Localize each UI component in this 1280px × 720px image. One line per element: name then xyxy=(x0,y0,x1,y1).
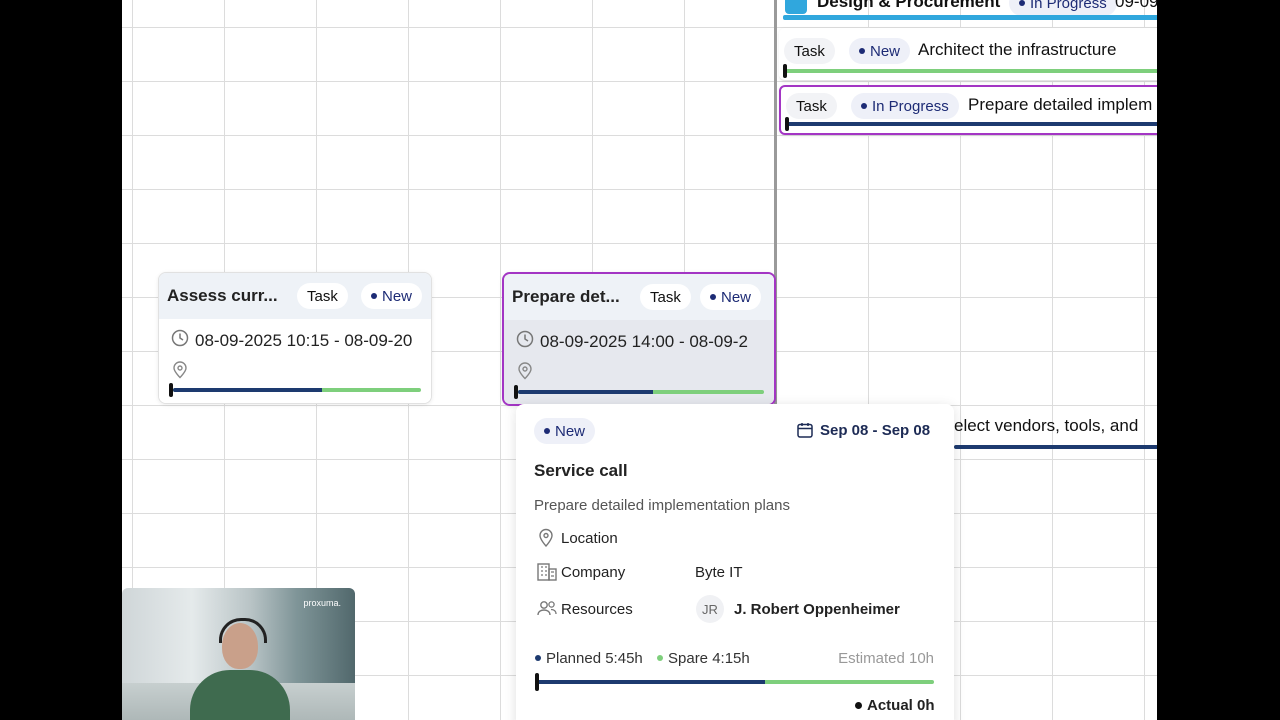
actual-dot xyxy=(855,702,862,709)
timeline-row[interactable]: Task New Architect the infrastructure xyxy=(779,28,1157,81)
timeline-row-selected[interactable]: Task In Progress Prepare detailed implem xyxy=(779,85,1157,135)
progress-bar xyxy=(173,388,421,392)
phase-title: Design & Procurement xyxy=(817,0,1001,11)
row-title: Prepare detailed implem xyxy=(968,95,1153,114)
status-badge: New xyxy=(849,38,911,64)
location-pin-icon xyxy=(173,361,187,379)
status-badge: New xyxy=(361,283,423,309)
location-label: Location xyxy=(561,530,618,547)
type-badge: Task xyxy=(297,283,348,309)
task-detail-popup: New Sep 08 - Sep 08 Service call Prepare… xyxy=(516,404,954,720)
progress-marker[interactable] xyxy=(514,385,518,399)
resources-label: Resources xyxy=(561,601,633,618)
location-pin-icon xyxy=(518,362,532,380)
progress-marker[interactable] xyxy=(783,64,787,78)
hours-marker[interactable] xyxy=(535,673,539,691)
progress-bar xyxy=(518,390,764,394)
clock-icon xyxy=(171,329,189,347)
location-pin-icon xyxy=(539,528,553,548)
planned-label: Planned 5:45h xyxy=(546,650,643,667)
webcam-logo: proxuma. xyxy=(303,598,341,608)
avatar[interactable]: JR xyxy=(696,595,724,623)
spare-label: Spare 4:15h xyxy=(668,650,750,667)
task-card[interactable]: Assess curr... Task New 08-09-2025 10:15… xyxy=(158,272,432,404)
task-card-selected[interactable]: Prepare det... Task New 08-09-2025 14:00… xyxy=(502,272,776,406)
people-icon xyxy=(537,601,557,616)
progress-bar xyxy=(787,122,1157,126)
progress-marker[interactable] xyxy=(785,117,789,131)
timeline-row[interactable]: elect vendors, tools, and xyxy=(942,410,1157,456)
progress-marker[interactable] xyxy=(169,383,173,397)
card-title: Prepare det... xyxy=(512,287,620,306)
progress-bar xyxy=(954,445,1157,449)
planned-fill xyxy=(518,390,654,394)
card-title: Assess curr... xyxy=(167,286,278,305)
webcam-overlay: proxuma. xyxy=(122,588,355,720)
timeline-row-phase[interactable]: Design & Procurement In Progress 09-09 xyxy=(779,0,1157,20)
clock-icon xyxy=(516,330,534,348)
status-badge: New xyxy=(700,284,762,310)
actual-label: Actual 0h xyxy=(867,697,935,714)
popup-date-range: Sep 08 - Sep 08 xyxy=(820,422,931,439)
spare-dot xyxy=(657,655,663,661)
status-badge: In Progress xyxy=(851,93,959,119)
company-label: Company xyxy=(561,564,626,581)
card-header: Prepare det... Task New xyxy=(504,274,774,320)
presenter-body xyxy=(190,670,290,720)
phase-bar xyxy=(783,15,1157,20)
row-title: Architect the infrastructure xyxy=(918,40,1117,59)
popup-status-badge: New xyxy=(534,418,596,444)
type-badge: Task xyxy=(784,38,835,64)
estimated-label: Estimated 10h xyxy=(838,650,934,667)
phase-icon xyxy=(785,0,807,14)
row-title: elect vendors, tools, and xyxy=(954,416,1139,435)
popup-title: Service call xyxy=(534,461,628,480)
progress-bar xyxy=(785,69,1157,73)
resource-name[interactable]: J. Robert Oppenheimer xyxy=(734,601,900,618)
card-header: Assess curr... Task New xyxy=(159,273,431,319)
type-badge: Task xyxy=(640,284,691,310)
hours-bar xyxy=(536,680,934,684)
building-icon xyxy=(537,563,557,581)
planned-dot xyxy=(535,655,541,661)
planned-fill xyxy=(173,388,322,392)
calendar-icon xyxy=(797,423,813,438)
presenter-headset xyxy=(219,618,267,643)
planned-fill xyxy=(536,680,765,684)
popup-description: Prepare detailed implementation plans xyxy=(534,497,790,514)
card-time: 08-09-2025 14:00 - 08-09-2 xyxy=(540,332,748,351)
company-value: Byte IT xyxy=(695,564,743,581)
phase-date: 09-09 xyxy=(1115,0,1157,11)
type-badge: Task xyxy=(786,93,837,119)
phase-status-badge: In Progress xyxy=(1009,0,1117,16)
card-time: 08-09-2025 10:15 - 08-09-20 xyxy=(195,331,413,350)
